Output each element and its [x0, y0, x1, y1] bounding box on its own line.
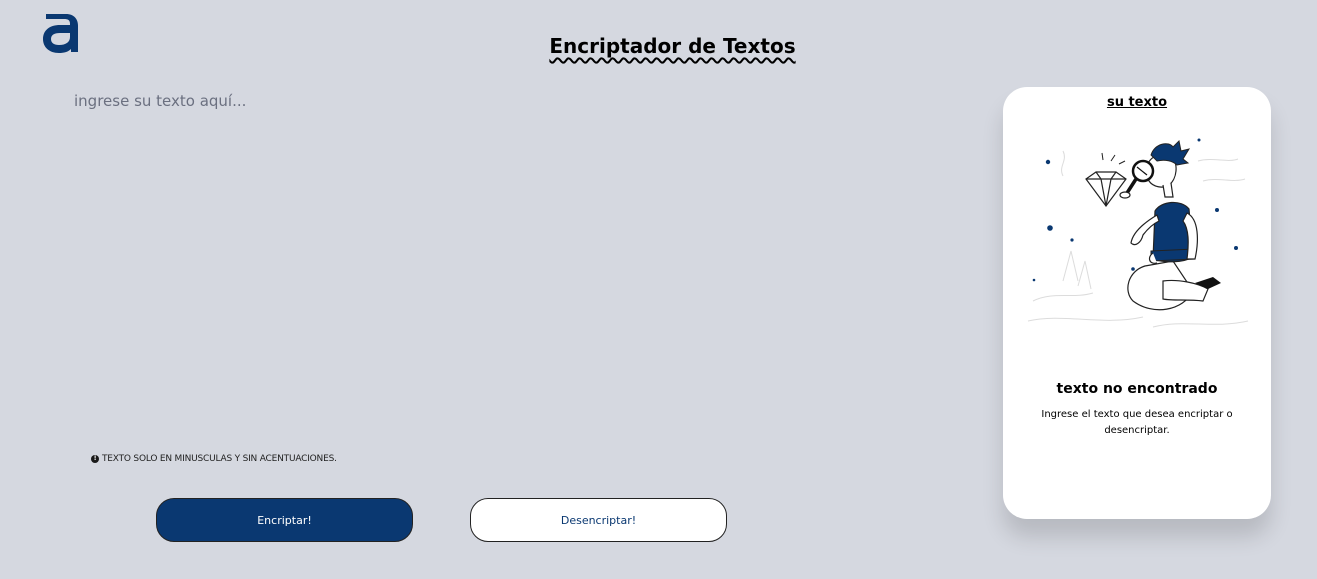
output-card: su texto texto no encontrado Ingrese el … — [1003, 87, 1271, 519]
person-with-magnifying-glass-illustration — [1027, 138, 1249, 328]
decrypt-button[interactable]: Desencriptar! — [470, 498, 727, 542]
output-title: su texto — [1106, 95, 1168, 110]
empty-state-description: Ingrese el texto que desea encriptar o d… — [1041, 409, 1233, 436]
input-hint: ! TEXTO SOLO EN MINUSCULAS Y SIN ACENTUA… — [91, 454, 337, 464]
encrypt-button[interactable]: Encriptar! — [156, 498, 413, 542]
info-icon: ! — [91, 455, 99, 463]
empty-state-title: texto no encontrado — [1056, 381, 1218, 397]
text-input[interactable] — [74, 92, 934, 422]
hint-text: TEXTO SOLO EN MINUSCULAS Y SIN ACENTUACI… — [102, 454, 337, 464]
page-title: Encriptador de Textos — [549, 34, 796, 58]
